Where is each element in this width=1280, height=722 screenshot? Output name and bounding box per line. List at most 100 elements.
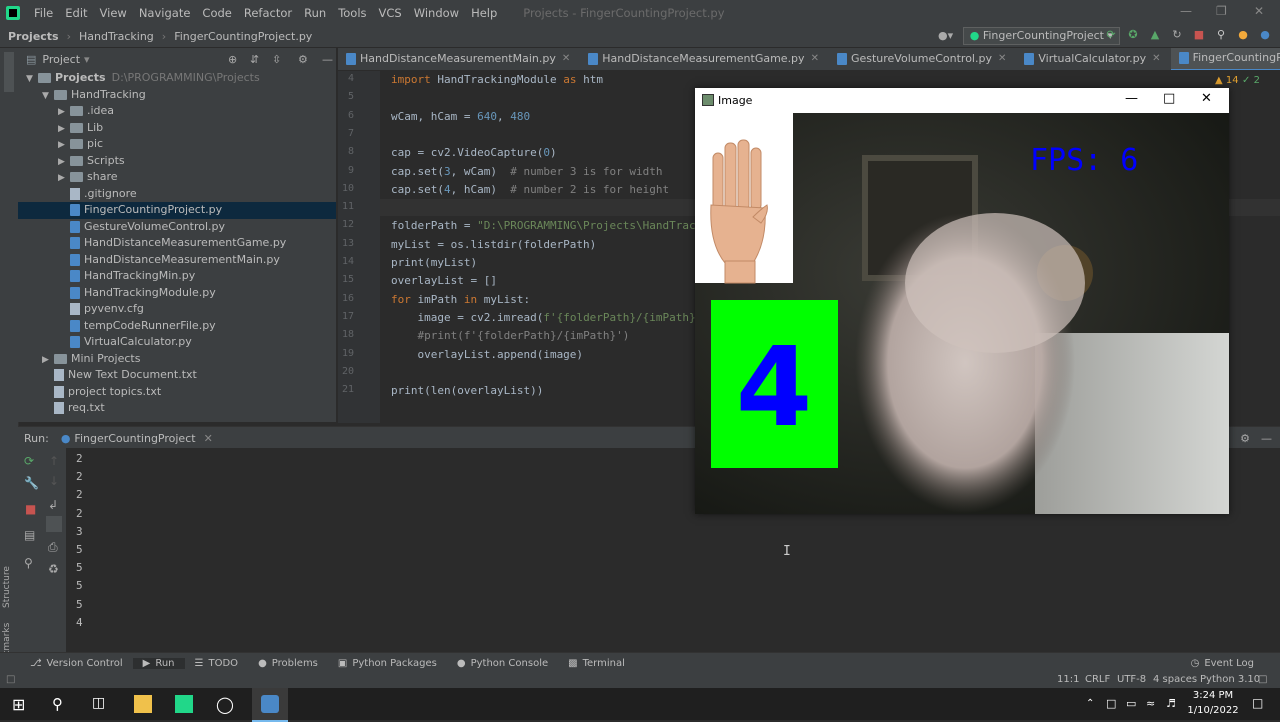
chevron-down-icon[interactable]: ▼	[26, 71, 38, 88]
tab-gesturevolume[interactable]: GestureVolumeControl.py ✕	[829, 48, 1016, 70]
tree-item[interactable]: ▶ .idea	[18, 103, 336, 120]
code-line[interactable]: myList = os.listdir(folderPath)	[391, 238, 596, 251]
pycharm-icon[interactable]	[175, 695, 193, 713]
app-icon[interactable]: ◯	[216, 695, 234, 714]
debug-icon[interactable]: ✪	[1126, 28, 1140, 42]
expand-all-icon[interactable]: ⇵	[250, 53, 259, 66]
tree-item[interactable]: project topics.txt	[18, 384, 336, 401]
tree-item[interactable]: HandTrackingMin.py	[18, 268, 336, 285]
rerun-icon[interactable]: ⟳	[1104, 28, 1118, 42]
code-line[interactable]: overlayList.append(image)	[391, 348, 583, 361]
wrench-icon[interactable]: 🔧	[24, 476, 39, 490]
tree-item[interactable]: FingerCountingProject.py	[18, 202, 336, 219]
code-line[interactable]: #print(f'{folderPath}/{imPath}')	[391, 329, 630, 342]
tree-item[interactable]: pyvenv.cfg	[18, 301, 336, 318]
tree-item[interactable]: HandDistanceMeasurementMain.py	[18, 252, 336, 269]
tool-problems[interactable]: ● Problems	[248, 658, 328, 669]
tab-handdistancemain[interactable]: HandDistanceMeasurementMain.py ✕	[338, 48, 580, 70]
tree-item[interactable]: GestureVolumeControl.py	[18, 219, 336, 236]
menu-window[interactable]: Window	[408, 6, 465, 20]
trash-icon[interactable]: ♻	[48, 562, 59, 576]
tab-virtualcalculator[interactable]: VirtualCalculator.py ✕	[1016, 48, 1170, 70]
tree-item[interactable]: HandTrackingModule.py	[18, 285, 336, 302]
chevron-right-icon[interactable]: ▶	[58, 154, 70, 171]
task-view-icon[interactable]: ◫	[92, 695, 110, 713]
close-tab-icon[interactable]: ✕	[1152, 48, 1160, 70]
code-line[interactable]: print(len(overlayList))	[391, 384, 543, 397]
print-icon[interactable]: ⎙	[48, 540, 58, 555]
code-line[interactable]: folderPath = "D:\PROGRAMMING\Projects\Ha…	[391, 219, 696, 232]
code-line[interactable]: cap.set(3, wCam) # number 3 is for width	[391, 165, 663, 178]
maximize-icon[interactable]: ❐	[1216, 4, 1227, 18]
project-view-select[interactable]: Project	[42, 53, 80, 66]
tree-root[interactable]: ▼ Projects D:\PROGRAMMING\Projects	[18, 70, 336, 87]
soft-wrap-icon[interactable]: ↲	[48, 498, 58, 512]
warning-icon[interactable]: ▲ 14	[1215, 75, 1239, 86]
close-tab-icon[interactable]: ✕	[811, 48, 819, 70]
volume-icon[interactable]: ♬	[1166, 697, 1176, 710]
hide-panel-icon[interactable]: —	[1261, 432, 1272, 445]
tree-item[interactable]: ▼ HandTracking	[18, 87, 336, 104]
stop-icon[interactable]: ■	[1192, 28, 1206, 42]
run-config-tab[interactable]: FingerCountingProject	[74, 432, 195, 445]
clock-date[interactable]: 1/10/2022	[1184, 705, 1242, 716]
menu-refactor[interactable]: Refactor	[238, 6, 298, 20]
user-icon[interactable]: ●▾	[938, 29, 953, 42]
close-icon[interactable]: ✕	[1201, 91, 1212, 106]
code-line[interactable]: image = cv2.imread(f'{folderPath}/{imPat…	[391, 311, 695, 324]
chevron-right-icon[interactable]: ▶	[58, 170, 70, 187]
profile-icon[interactable]: ↻	[1170, 28, 1184, 42]
gear-icon[interactable]: ⚙	[1240, 432, 1250, 445]
rerun-icon[interactable]: ⟳	[24, 454, 34, 468]
code-line[interactable]: import HandTrackingModule as htm	[391, 73, 603, 86]
tree-item[interactable]: New Text Document.txt	[18, 367, 336, 384]
clock-time[interactable]: 3:24 PM	[1186, 690, 1240, 701]
code-line[interactable]: cap = cv2.VideoCapture(0)	[391, 146, 557, 159]
code-line[interactable]: cap.set(4, hCam) # number 2 is for heigh…	[391, 183, 669, 196]
caret-position[interactable]: 11:1	[1057, 674, 1079, 685]
menu-navigate[interactable]: Navigate	[133, 6, 197, 20]
chevron-right-icon[interactable]: ▶	[42, 352, 54, 369]
tree-item[interactable]: tempCodeRunnerFile.py	[18, 318, 336, 335]
layout-icon[interactable]: ▤	[24, 528, 35, 542]
tool-version-control[interactable]: ⎇ Version Control	[20, 658, 133, 669]
update-icon[interactable]: ●	[1236, 28, 1250, 42]
coverage-icon[interactable]: ▲	[1148, 28, 1162, 42]
collapse-all-icon[interactable]: ⇳	[272, 53, 281, 66]
breadcrumb-handtracking[interactable]: HandTracking	[71, 30, 162, 43]
file-explorer-icon[interactable]	[134, 695, 152, 713]
stop-icon[interactable]: ■	[25, 502, 36, 516]
menu-help[interactable]: Help	[465, 6, 503, 20]
python-interpreter[interactable]: Python 3.10	[1200, 674, 1260, 685]
tree-item[interactable]: ▶ share	[18, 169, 336, 186]
code-line[interactable]: wCam, hCam = 640, 480	[391, 110, 530, 123]
tree-item[interactable]: ▶ pic	[18, 136, 336, 153]
chevron-right-icon[interactable]: ▶	[58, 137, 70, 154]
minimize-icon[interactable]: —	[1180, 4, 1192, 18]
arrow-up-icon[interactable]: ↑	[49, 454, 59, 468]
tab-handdistancegame[interactable]: HandDistanceMeasurementGame.py ✕	[580, 48, 829, 70]
chevron-down-icon[interactable]: ▾	[84, 53, 90, 66]
tool-run[interactable]: ▶ Run	[132, 657, 185, 669]
tree-item[interactable]: HandDistanceMeasurementGame.py	[18, 235, 336, 252]
menu-vcs[interactable]: VCS	[373, 6, 408, 20]
chevron-down-icon[interactable]: ▼	[42, 88, 54, 105]
locate-icon[interactable]: ⊕	[228, 53, 237, 66]
tool-event-log[interactable]: ◷ Event Log	[1181, 658, 1264, 669]
menu-view[interactable]: View	[94, 6, 133, 20]
image-window-titlebar[interactable]: Image — □ ✕	[695, 88, 1229, 113]
chevron-right-icon[interactable]: ▶	[58, 104, 70, 121]
breadcrumb-file[interactable]: FingerCountingProject.py	[166, 30, 320, 43]
tree-item[interactable]: .gitignore	[18, 186, 336, 203]
indent-setting[interactable]: 4 spaces	[1153, 674, 1197, 685]
pin-icon[interactable]: ⚲	[24, 556, 33, 570]
code-line[interactable]: for imPath in myList:	[391, 293, 530, 306]
gear-icon[interactable]: ⚙	[298, 53, 308, 66]
chevron-up-icon[interactable]: ⌃	[1086, 698, 1094, 709]
windows-start-icon[interactable]: ⊞	[12, 695, 30, 714]
hide-panel-icon[interactable]: —	[322, 53, 333, 66]
chevron-right-icon[interactable]: ▶	[58, 121, 70, 138]
search-icon[interactable]: ⚲	[1214, 28, 1228, 42]
lock-icon[interactable]: □	[1258, 674, 1267, 685]
arrow-down-icon[interactable]: ↓	[49, 474, 59, 488]
